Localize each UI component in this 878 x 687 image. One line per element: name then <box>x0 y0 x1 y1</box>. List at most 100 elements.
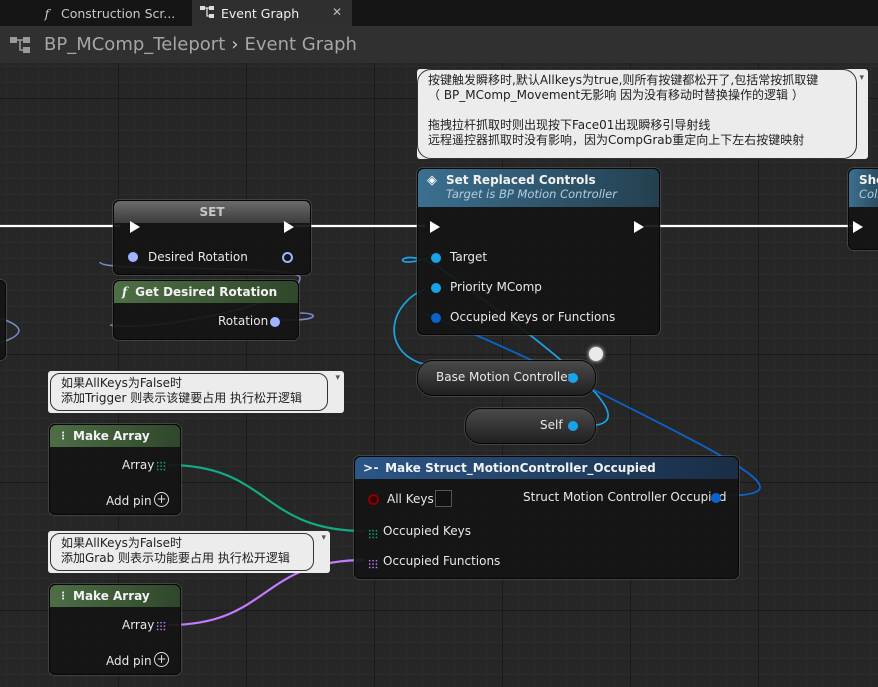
self-out-pin[interactable] <box>568 421 578 431</box>
comment-box[interactable]: 按键触发瞬移时,默认Allkeys为true,则所有按键都松开了,包括常按抓取键… <box>417 69 868 159</box>
node-title: Get Desired Rotation <box>135 285 278 299</box>
exec-in-pin[interactable] <box>130 221 140 233</box>
array-icon: ⋮ <box>58 590 68 602</box>
function-icon: f <box>122 285 128 299</box>
array-wire-green <box>167 463 366 533</box>
array-out-pin[interactable] <box>156 621 166 631</box>
reroute-knot[interactable] <box>589 347 603 361</box>
pin-label: All Keys <box>387 492 434 506</box>
comment-box[interactable]: 如果AllKeys为False时 添加Trigger 则表示该键要占用 执行松开… <box>48 371 344 413</box>
comment-text: （ BP_MComp_Movement无影响 因为没有移动时替换操作的逻辑 ） <box>428 88 804 102</box>
tab-event-graph[interactable]: Event Graph ✕ <box>192 0 352 26</box>
offscreen-node-right[interactable]: Sho Coll <box>848 168 878 250</box>
base-motion-controller-node[interactable]: Base Motion Controller <box>417 360 596 396</box>
breadcrumb: BP_MComp_Teleport › Event Graph <box>0 26 878 64</box>
make-struct-node[interactable]: >⁃ Make Struct_MotionController_Occupied… <box>354 456 739 579</box>
pin-icon[interactable]: ▾ <box>859 73 864 83</box>
desired-rotation-pin[interactable] <box>128 252 138 262</box>
exec-out-pin[interactable] <box>284 221 294 233</box>
variable-label: Self <box>540 418 563 432</box>
tab-bar: f Construction Scr... Event Graph ✕ <box>0 0 878 26</box>
comment-text: 如果AllKeys为False时 <box>61 376 183 390</box>
function-icon: f <box>44 5 50 21</box>
pin-label: Struct Motion Controller Occupied <box>523 490 727 504</box>
node-header: ⋮ Make Array <box>50 425 180 447</box>
desired-rotation-out-pin[interactable] <box>282 252 293 263</box>
node-title: SET <box>199 205 225 219</box>
comment-text: 按键触发瞬移时,默认Allkeys为true,则所有按键都松开了,包括常按抓取键 <box>428 73 819 87</box>
pin-label: Array <box>122 458 155 472</box>
node-title: Make Array <box>73 589 150 603</box>
comment-text: 远程遥控器抓取时没有影响，因为CompGrab重定向上下左右按键映射 <box>428 133 805 147</box>
function-icon: ◈ <box>427 173 437 188</box>
node-title: Make Array <box>73 429 150 443</box>
add-pin-label: Add pin <box>106 654 152 668</box>
target-pin[interactable] <box>431 253 441 263</box>
set-node[interactable]: SET Desired Rotation <box>113 200 311 275</box>
node-header: >⁃ Make Struct_MotionController_Occupied <box>355 457 738 479</box>
node-header: Sho Coll <box>849 169 878 207</box>
array-out-pin[interactable] <box>156 461 166 471</box>
occupied-pin[interactable] <box>431 313 441 323</box>
pin-label: Occupied Functions <box>383 554 501 568</box>
pin-label: Occupied Keys or Functions <box>450 310 616 324</box>
pin-label: Desired Rotation <box>148 250 248 264</box>
pin-label: Priority MComp <box>450 280 542 294</box>
pin-label: Array <box>122 618 155 632</box>
rotation-out-pin[interactable] <box>270 317 280 327</box>
node-subtitle: Target is BP Motion Controller <box>446 187 617 201</box>
array-pin-icon[interactable] <box>368 529 378 539</box>
breadcrumb-separator: › <box>231 34 239 55</box>
exec-in-pin[interactable] <box>430 221 440 233</box>
offscreen-node-left[interactable] <box>0 280 6 360</box>
exec-out-pin[interactable] <box>634 221 644 233</box>
priority-pin[interactable] <box>431 283 441 293</box>
struct-out-pin[interactable] <box>711 493 721 503</box>
breadcrumb-blueprint[interactable]: BP_MComp_Teleport <box>44 34 225 55</box>
get-desired-rotation-node[interactable]: f Get Desired Rotation Rotation <box>113 280 299 340</box>
struct-icon: >⁃ <box>363 461 380 475</box>
comment-bubble: 按键触发瞬移时,默认Allkeys为true,则所有按键都松开了,包括常按抓取键… <box>417 69 857 159</box>
pin-icon[interactable]: ▾ <box>335 373 340 383</box>
add-pin-icon[interactable]: + <box>154 652 169 667</box>
close-icon[interactable]: ✕ <box>332 5 342 19</box>
pin-label: Occupied Keys <box>383 524 472 538</box>
comment-text: 如果AllKeys为False时 <box>61 536 183 550</box>
node-header: ◈ Set Replaced Controls Target is BP Mot… <box>418 169 659 207</box>
node-header: f Get Desired Rotation <box>114 281 298 303</box>
node-header: SET <box>114 201 310 223</box>
comment-bubble: 如果AllKeys为False时 添加Trigger 则表示该键要占用 执行松开… <box>50 373 328 411</box>
node-title: Set Replaced Controls <box>446 173 596 187</box>
tab-label: Event Graph <box>221 5 300 21</box>
node-subtitle: Coll <box>859 187 878 201</box>
set-replaced-controls-node[interactable]: ◈ Set Replaced Controls Target is BP Mot… <box>417 168 660 335</box>
all-keys-pin[interactable] <box>368 494 379 505</box>
node-header: ⋮ Make Array <box>50 585 180 607</box>
comment-box[interactable]: 如果AllKeys为False时 添加Grab 则表示功能要占用 执行松开逻辑 … <box>48 531 330 573</box>
comment-text: 添加Trigger 则表示该键要占用 执行松开逻辑 <box>61 391 303 405</box>
pin-label: Target <box>450 250 488 264</box>
pin-icon[interactable]: ▾ <box>321 533 326 543</box>
pin-label: Rotation <box>218 314 269 328</box>
array-icon: ⋮ <box>58 430 68 442</box>
all-keys-checkbox[interactable] <box>435 490 452 507</box>
variable-label: Base Motion Controller <box>436 370 573 384</box>
add-pin-icon[interactable]: + <box>154 492 169 507</box>
make-array-node[interactable]: ⋮ Make Array Array Add pin + <box>49 424 181 515</box>
exec-in-pin[interactable] <box>853 221 863 233</box>
node-title: Sho <box>859 173 878 187</box>
make-array-node[interactable]: ⋮ Make Array Array Add pin + <box>49 584 181 675</box>
tab-label: Construction Scr... <box>61 5 176 21</box>
self-node[interactable]: Self <box>465 408 596 444</box>
comment-text: 添加Grab 则表示功能要占用 执行松开逻辑 <box>61 551 290 565</box>
node-title: Make Struct_MotionController_Occupied <box>385 461 656 475</box>
comment-bubble: 如果AllKeys为False时 添加Grab 则表示功能要占用 执行松开逻辑 <box>50 533 314 571</box>
graph-icon <box>200 5 214 21</box>
object-out-pin[interactable] <box>568 373 578 383</box>
tab-construction-script[interactable]: f Construction Scr... <box>28 0 190 26</box>
array-pin-icon[interactable] <box>368 559 378 569</box>
graph-canvas[interactable]: 按键触发瞬移时,默认Allkeys为true,则所有按键都松开了,包括常按抓取键… <box>0 63 878 687</box>
comment-text: 拖拽拉杆抓取时则出现按下Face01出现瞬移引导射线 <box>428 118 711 132</box>
add-pin-label: Add pin <box>106 494 152 508</box>
breadcrumb-graph[interactable]: Event Graph <box>244 34 357 55</box>
